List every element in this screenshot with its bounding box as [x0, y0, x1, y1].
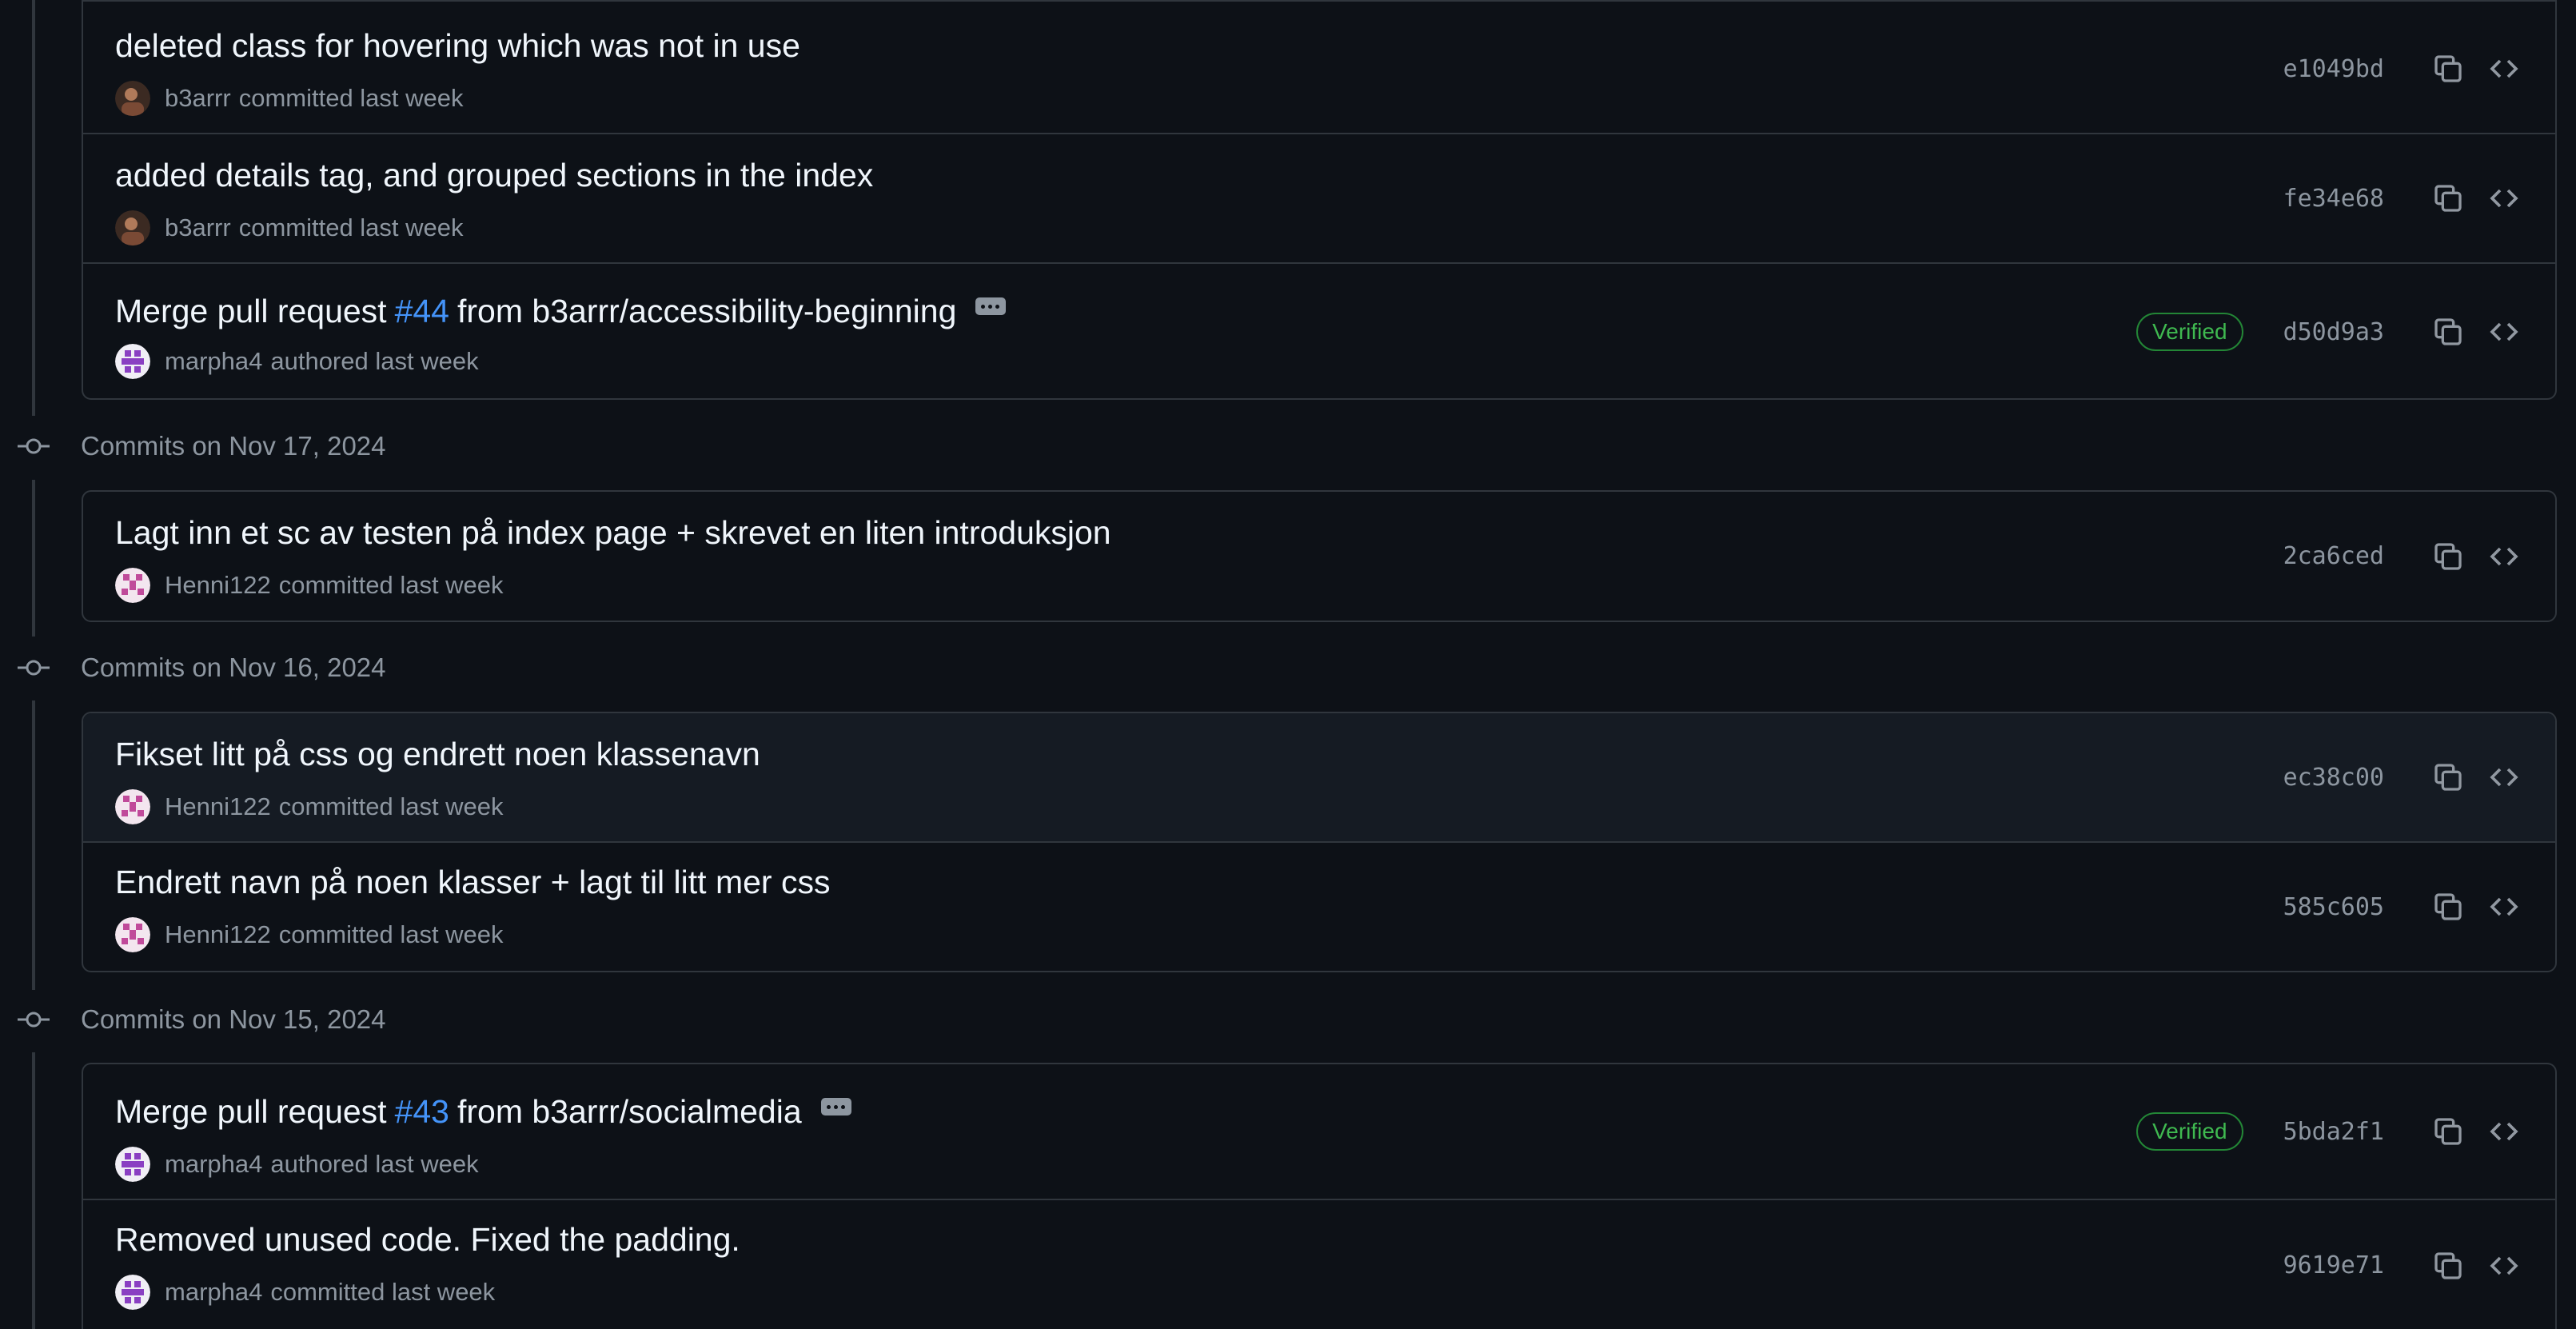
copy-icon[interactable]	[2429, 758, 2467, 796]
git-commit-icon	[18, 660, 50, 676]
commit-message[interactable]: Fikset litt på css og endrett noen klass…	[115, 736, 760, 773]
code-icon[interactable]	[2485, 50, 2523, 88]
code-icon[interactable]	[2485, 888, 2523, 926]
copy-icon[interactable]	[2429, 313, 2467, 351]
commit-author[interactable]: marpha4	[165, 1150, 262, 1179]
commit-meta: b3arrr committed last week	[115, 210, 464, 245]
commit-message[interactable]: Removed unused code. Fixed the padding.	[115, 1221, 740, 1259]
commit-row[interactable]: Fikset litt på css og endrett noen klass…	[83, 713, 2555, 843]
commit-row[interactable]: Endrett navn på noen klasser + lagt til …	[83, 843, 2555, 971]
commit-list: deleted class for hovering which was not…	[82, 0, 2557, 400]
avatar[interactable]	[115, 81, 150, 116]
avatar[interactable]	[115, 789, 150, 824]
commit-action: authored last week	[270, 347, 479, 375]
code-icon[interactable]	[2485, 313, 2523, 351]
ellipsis-expander-button[interactable]	[820, 1097, 851, 1115]
commit-sha[interactable]: 9619e71	[2283, 1251, 2384, 1279]
code-icon[interactable]	[2485, 758, 2523, 796]
commit-message[interactable]: added details tag, and grouped sections …	[115, 157, 873, 194]
copy-icon[interactable]	[2429, 1247, 2467, 1285]
commit-meta: Henni122 committed last week	[115, 917, 504, 952]
commit-meta: marpha4 authored last week	[115, 344, 479, 379]
avatar[interactable]	[115, 568, 150, 603]
avatar[interactable]	[115, 210, 150, 245]
timeline-line	[32, 480, 35, 637]
commit-author[interactable]: b3arrr	[165, 214, 231, 242]
commit-meta: Henni122 committed last week	[115, 568, 504, 603]
commit-author[interactable]: Henni122	[165, 920, 271, 949]
commit-list: Fikset litt på css og endrett noen klass…	[82, 712, 2557, 972]
commit-sha[interactable]: 2ca6ced	[2283, 542, 2384, 570]
commit-sha[interactable]: d50d9a3	[2283, 318, 2384, 346]
verified-badge[interactable]: Verified	[2136, 313, 2243, 351]
commit-row[interactable]: added details tag, and grouped sections …	[83, 134, 2555, 264]
commit-author[interactable]: Henni122	[165, 792, 271, 821]
code-icon[interactable]	[2485, 1112, 2523, 1151]
git-commit-icon	[18, 1012, 50, 1028]
commit-meta: Henni122 committed last week	[115, 789, 504, 824]
commit-action: committed last week	[278, 792, 504, 820]
avatar[interactable]	[115, 344, 150, 379]
commit-action: committed last week	[278, 571, 504, 599]
commit-list: Lagt inn et sc av testen på index page +…	[82, 490, 2557, 622]
avatar[interactable]	[115, 1275, 150, 1310]
commit-message[interactable]: Lagt inn et sc av testen på index page +…	[115, 514, 1111, 552]
copy-icon[interactable]	[2429, 888, 2467, 926]
copy-icon[interactable]	[2429, 50, 2467, 88]
commit-action: committed last week	[278, 920, 504, 948]
commit-row[interactable]: Removed unused code. Fixed the padding. …	[83, 1200, 2555, 1329]
commit-sha[interactable]: 5bda2f1	[2283, 1118, 2384, 1146]
avatar[interactable]	[115, 1147, 150, 1182]
commit-group-title: Commits on Nov 16, 2024	[81, 653, 386, 682]
git-commit-icon	[18, 438, 50, 454]
commit-meta: marpha4 authored last week	[115, 1147, 479, 1182]
commit-action: committed last week	[238, 84, 464, 112]
commit-meta: marpha4 committed last week	[115, 1275, 495, 1310]
pull-request-link[interactable]: #43	[395, 1093, 449, 1131]
pull-request-link[interactable]: #44	[395, 293, 449, 330]
commit-message[interactable]: Endrett navn på noen klasser + lagt til …	[115, 864, 830, 901]
commit-action: committed last week	[238, 214, 464, 241]
copy-icon[interactable]	[2429, 1112, 2467, 1151]
copy-icon[interactable]	[2429, 179, 2467, 218]
commit-author[interactable]: marpha4	[165, 1278, 262, 1307]
commit-action: committed last week	[270, 1278, 496, 1306]
commit-row[interactable]: Merge pull request #43 from b3arrr/socia…	[83, 1064, 2555, 1200]
commit-group-title: Commits on Nov 17, 2024	[81, 431, 386, 461]
commit-author[interactable]: Henni122	[165, 571, 271, 600]
commit-group-title: Commits on Nov 15, 2024	[81, 1004, 386, 1034]
commit-message[interactable]: deleted class for hovering which was not…	[115, 27, 800, 65]
verified-badge[interactable]: Verified	[2136, 1112, 2243, 1151]
avatar[interactable]	[115, 917, 150, 952]
ellipsis-expander-button[interactable]	[975, 297, 1007, 315]
commit-sha[interactable]: ec38c00	[2283, 764, 2384, 792]
commit-list: Merge pull request #43 from b3arrr/socia…	[82, 1063, 2557, 1329]
commit-action: authored last week	[270, 1150, 479, 1178]
commit-message[interactable]: Merge pull request #44 from b3arrr/acces…	[115, 293, 1007, 330]
code-icon[interactable]	[2485, 537, 2523, 576]
commit-row[interactable]: Lagt inn et sc av testen på index page +…	[83, 492, 2555, 621]
timeline-line	[32, 1052, 35, 1329]
timeline-line	[32, 700, 35, 990]
commit-sha[interactable]: fe34e68	[2283, 185, 2384, 213]
commit-message[interactable]: Merge pull request #43 from b3arrr/socia…	[115, 1093, 851, 1131]
code-icon[interactable]	[2485, 1247, 2523, 1285]
commit-sha[interactable]: e1049bd	[2283, 55, 2384, 83]
copy-icon[interactable]	[2429, 537, 2467, 576]
commit-author[interactable]: b3arrr	[165, 84, 231, 113]
timeline-line	[32, 0, 35, 416]
code-icon[interactable]	[2485, 179, 2523, 218]
commit-row[interactable]: Merge pull request #44 from b3arrr/acces…	[83, 264, 2555, 398]
commit-sha[interactable]: 585c605	[2283, 893, 2384, 921]
commit-row[interactable]: deleted class for hovering which was not…	[83, 5, 2555, 134]
commit-meta: b3arrr committed last week	[115, 81, 464, 116]
commit-author[interactable]: marpha4	[165, 347, 262, 376]
